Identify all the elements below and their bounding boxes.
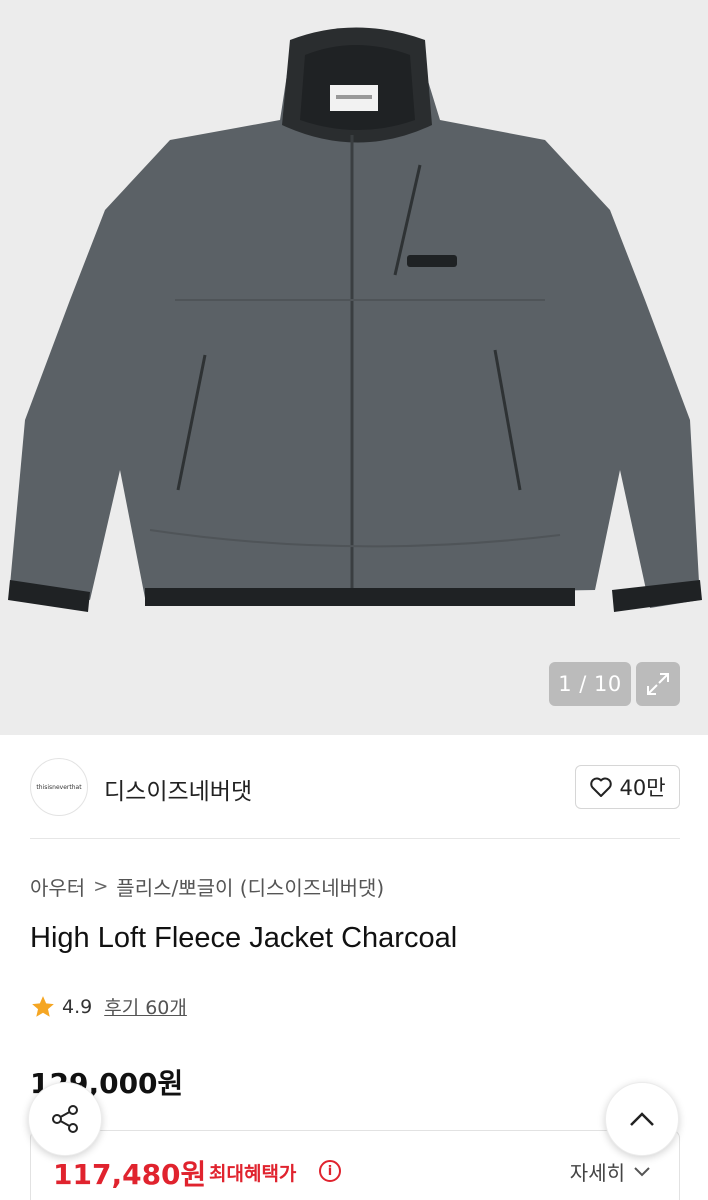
image-counter: 1 / 10	[549, 662, 631, 706]
info-icon[interactable]: i	[319, 1160, 341, 1182]
product-image-gallery[interactable]: 1 / 10	[0, 0, 708, 735]
brand-name[interactable]: 디스이즈네버댓	[104, 772, 252, 806]
product-title: High Loft Fleece Jacket Charcoal	[30, 922, 458, 954]
expand-icon	[647, 673, 669, 695]
detail-label: 자세히	[569, 1161, 625, 1185]
rating-row: 4.9 후기 60개	[30, 993, 187, 1020]
star-icon	[32, 995, 54, 1017]
like-count: 40만	[619, 776, 666, 800]
benefit-price: 117,480원	[53, 1158, 207, 1191]
detail-link[interactable]: 자세히	[570, 1157, 651, 1186]
share-icon	[52, 1105, 78, 1133]
brand-logo-text: thisisneverthat	[36, 783, 82, 791]
breadcrumb-separator: >	[93, 876, 109, 897]
brand-logo[interactable]: thisisneverthat	[30, 758, 88, 816]
breadcrumb-item-fleece[interactable]: 플리스/뽀글이 (디스이즈네버댓)	[116, 872, 384, 901]
expand-button[interactable]	[636, 662, 680, 706]
heart-icon	[590, 777, 613, 797]
benefit-price-box[interactable]: 117,480원 최대혜택가 i 자세히	[30, 1130, 680, 1200]
breadcrumb: 아우터 > 플리스/뽀글이 (디스이즈네버댓)	[30, 872, 384, 901]
rating-score: 4.9	[62, 995, 93, 1018]
like-button[interactable]: 40만	[575, 765, 680, 809]
share-button[interactable]	[28, 1082, 102, 1156]
brand-row: thisisneverthat 디스이즈네버댓 40만	[30, 758, 680, 818]
breadcrumb-item-outer[interactable]: 아우터	[30, 872, 85, 901]
scroll-top-button[interactable]	[605, 1082, 679, 1156]
chevron-up-icon	[630, 1112, 654, 1126]
divider	[30, 838, 680, 839]
chevron-down-icon	[634, 1166, 650, 1176]
product-image	[8, 27, 702, 612]
reviews-link[interactable]: 후기 60개	[104, 993, 187, 1020]
benefit-label: 최대혜택가	[209, 1163, 297, 1185]
